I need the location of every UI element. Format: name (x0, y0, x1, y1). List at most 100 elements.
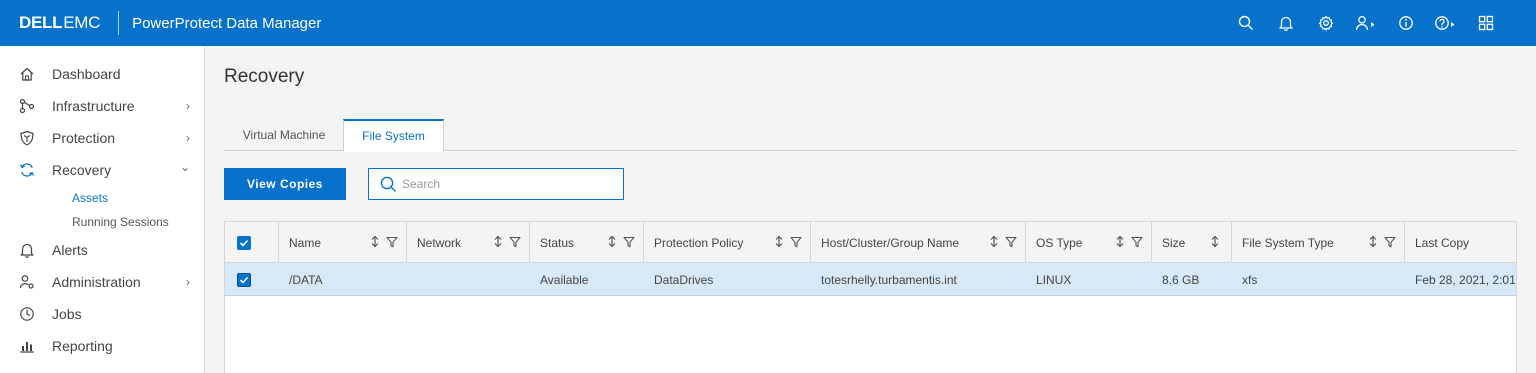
filter-icon[interactable] (1131, 236, 1143, 248)
column-label: Size (1162, 235, 1186, 250)
cell-size: 8.6 GB (1162, 272, 1200, 287)
logo-emc: EMC (63, 13, 101, 32)
sidebar-subitem-assets[interactable]: Assets (72, 191, 108, 205)
chevron-right-icon: › (186, 99, 190, 113)
sidebar-item-label: Alerts (52, 242, 88, 258)
column-header-last-copy[interactable]: Last Copy (1405, 222, 1516, 263)
filter-icon[interactable] (509, 236, 521, 248)
sort-icon[interactable] (1369, 235, 1377, 248)
tab-file-system[interactable]: File System (343, 119, 444, 152)
info-icon[interactable] (1386, 0, 1426, 46)
clock-icon (18, 305, 36, 323)
chart-icon (18, 337, 36, 355)
cell-name: /DATA (289, 272, 323, 287)
chevron-right-icon: › (186, 131, 190, 145)
search-field (368, 168, 624, 200)
sidebar-nav: Dashboard Infrastructure › Protection › … (0, 46, 205, 373)
sidebar-item-dashboard[interactable]: Dashboard (0, 59, 204, 89)
cell-network (407, 263, 530, 296)
header-toolbar (1226, 0, 1506, 46)
column-label: Network (417, 235, 462, 250)
sort-icon[interactable] (990, 235, 998, 248)
sort-icon[interactable] (608, 235, 616, 248)
cell-file-system-type: xfs (1242, 272, 1258, 287)
search-icon (380, 176, 396, 192)
row-select-cell (225, 263, 279, 296)
top-header: DELL EMC PowerProtect Data Manager (0, 0, 1536, 46)
home-icon (18, 65, 36, 83)
sidebar-item-recovery[interactable]: Recovery ⌄ (0, 155, 204, 185)
column-header-host[interactable]: Host/Cluster/Group Name (811, 222, 1026, 263)
sidebar-item-jobs[interactable]: Jobs (0, 299, 204, 329)
column-header-os-type[interactable]: OS Type (1026, 222, 1152, 263)
sidebar-subitem-running-sessions[interactable]: Running Sessions (72, 215, 169, 229)
cell-status: Available (540, 272, 589, 287)
column-label: Last Copy (1415, 235, 1470, 250)
column-label: Host/Cluster/Group Name (821, 235, 960, 250)
table-header: Name Network Status Protection Policy Ho… (225, 222, 1516, 263)
dell-emc-logo: DELL EMC (19, 13, 100, 33)
column-label: Status (540, 235, 575, 250)
sidebar-item-label: Dashboard (52, 66, 121, 82)
sidebar-item-label: Protection (52, 130, 116, 146)
sort-icon[interactable] (1211, 235, 1219, 248)
page-title: Recovery (224, 66, 305, 87)
column-label: Name (289, 235, 322, 250)
sidebar-item-label: Reporting (52, 338, 113, 354)
sort-icon[interactable] (494, 235, 502, 248)
column-label: OS Type (1036, 235, 1083, 250)
filter-icon[interactable] (1005, 236, 1017, 248)
cell-last-copy: Feb 28, 2021, 2:01:0 (1415, 272, 1517, 287)
column-header-protection-policy[interactable]: Protection Policy (644, 222, 811, 263)
column-header-size[interactable]: Size (1152, 222, 1232, 263)
column-header-status[interactable]: Status (530, 222, 644, 263)
column-label: File System Type (1242, 235, 1334, 250)
user-menu-icon[interactable] (1346, 0, 1386, 46)
tab-virtual-machine[interactable]: Virtual Machine (224, 119, 344, 151)
sort-icon[interactable] (775, 235, 783, 248)
sidebar-item-reporting[interactable]: Reporting (0, 331, 204, 361)
column-header-network[interactable]: Network (407, 222, 530, 263)
table-row[interactable]: /DATA Available DataDrives totesrhelly.t… (225, 263, 1517, 296)
logo-dell: DELL (19, 13, 63, 32)
shield-icon (18, 129, 36, 147)
bell-icon[interactable] (1266, 0, 1306, 46)
recovery-icon (18, 161, 36, 179)
gear-icon[interactable] (1306, 0, 1346, 46)
filter-icon[interactable] (386, 236, 398, 248)
column-header-file-system-type[interactable]: File System Type (1232, 222, 1405, 263)
sidebar-item-protection[interactable]: Protection › (0, 123, 204, 153)
row-checkbox[interactable] (237, 273, 251, 287)
assets-table: Name Network Status Protection Policy Ho… (224, 221, 1517, 373)
filter-icon[interactable] (790, 236, 802, 248)
sort-icon[interactable] (371, 235, 379, 248)
view-copies-button[interactable]: View Copies (224, 168, 346, 200)
sidebar-item-alerts[interactable]: Alerts (0, 235, 204, 265)
sort-icon[interactable] (1116, 235, 1124, 248)
filter-icon[interactable] (623, 236, 635, 248)
cell-protection-policy: DataDrives (654, 272, 714, 287)
filter-icon[interactable] (1384, 236, 1396, 248)
tab-bar: Virtual Machine File System (224, 119, 1517, 152)
sidebar-item-label: Administration (52, 274, 141, 290)
sidebar-item-label: Jobs (52, 306, 82, 322)
app-title: PowerProtect Data Manager (132, 14, 322, 32)
header-select-cell (225, 222, 279, 263)
column-header-name[interactable]: Name (279, 222, 407, 263)
logo-divider (118, 11, 120, 35)
chevron-right-icon: › (186, 275, 190, 289)
help-menu-icon[interactable] (1426, 0, 1466, 46)
sidebar-item-label: Recovery (52, 162, 112, 178)
sidebar-item-administration[interactable]: Administration › (0, 267, 204, 297)
infrastructure-icon (18, 97, 36, 115)
select-all-checkbox[interactable] (237, 236, 251, 250)
grid-icon[interactable] (1466, 0, 1506, 46)
column-label: Protection Policy (654, 235, 744, 250)
search-input[interactable] (402, 177, 602, 191)
cell-host: totesrhelly.turbamentis.int (821, 272, 957, 287)
sidebar-item-infrastructure[interactable]: Infrastructure › (0, 91, 204, 121)
cell-os-type: LINUX (1036, 272, 1072, 287)
bell-icon (18, 241, 36, 259)
search-icon[interactable] (1226, 0, 1266, 46)
chevron-down-icon: ⌄ (179, 160, 190, 174)
